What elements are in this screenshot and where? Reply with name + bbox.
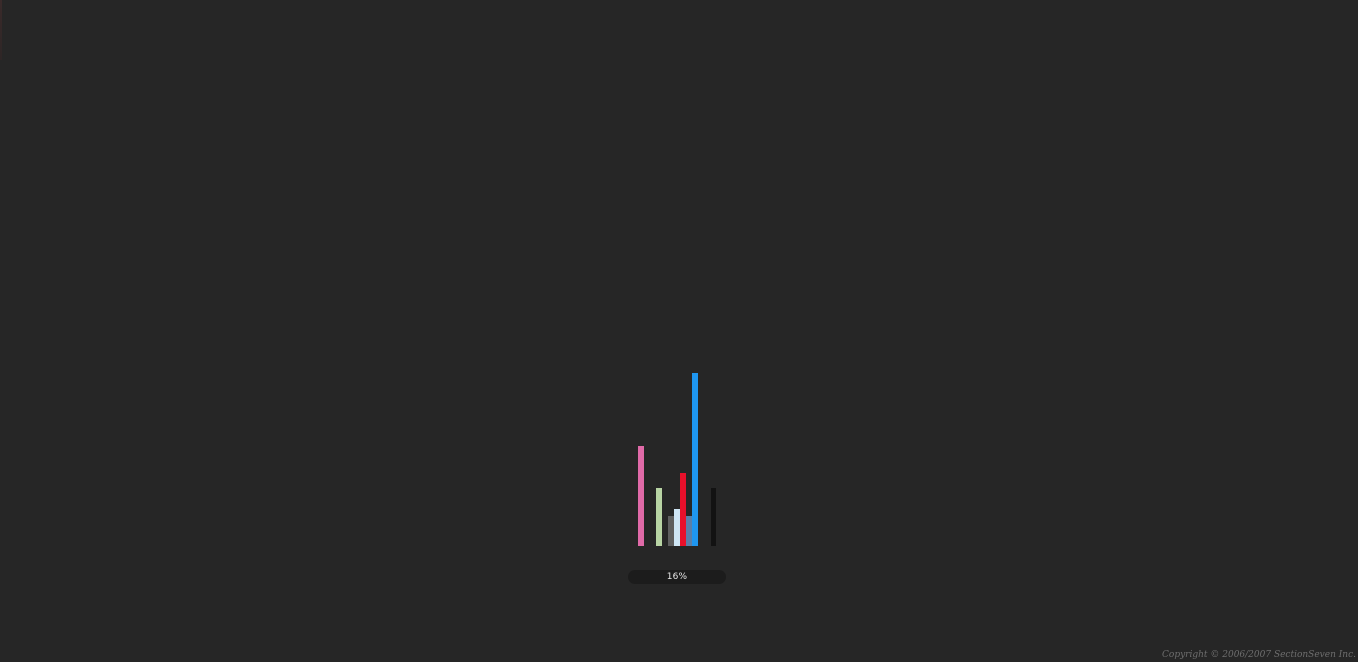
loader-bar-blue bbox=[692, 373, 698, 546]
copyright-notice: Copyright © 2006/2007 SectionSeven Inc. bbox=[1162, 650, 1356, 660]
corner-edge-mark bbox=[0, 0, 2, 60]
progress-percent-label: 16% bbox=[666, 572, 688, 582]
progress-bar: 16% bbox=[628, 570, 726, 584]
loader-equalizer bbox=[620, 360, 730, 546]
loading-screen: 16% Copyright © 2006/2007 SectionSeven I… bbox=[0, 0, 1358, 662]
loader-bar-black bbox=[711, 488, 716, 546]
loader-bar-green bbox=[656, 488, 662, 546]
loader-bar-pink bbox=[638, 446, 644, 546]
